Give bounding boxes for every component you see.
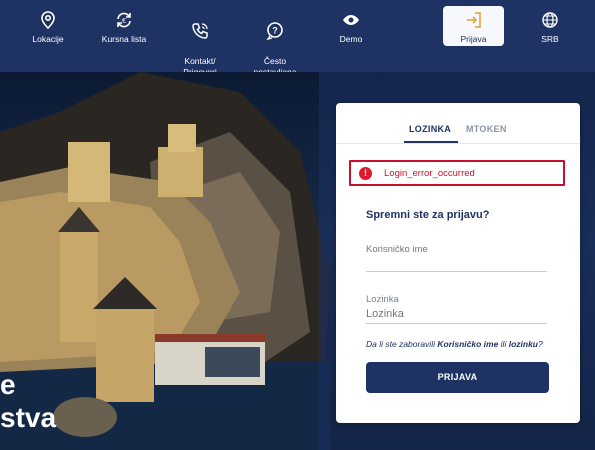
- hero-title-line2: stva: [0, 402, 57, 433]
- forgot-prefix: Da li ste zaboravili: [366, 339, 435, 349]
- nav-label: Kursna lista: [101, 34, 147, 44]
- hero-title-line1: e: [0, 369, 16, 400]
- eye-icon: [343, 15, 359, 25]
- password-label: Lozinka: [366, 294, 399, 305]
- password-input[interactable]: [366, 306, 547, 322]
- exchange-icon: €: [117, 12, 131, 28]
- password-underline: [366, 323, 547, 324]
- tab-mtoken[interactable]: MTOKEN: [466, 124, 507, 134]
- nav-label: Lokacije: [32, 34, 64, 44]
- nav-item-lokacije[interactable]: Lokacije: [27, 0, 69, 72]
- username-underline: [366, 271, 547, 272]
- svg-text:€: €: [122, 18, 126, 25]
- forgot-suffix: ?: [538, 339, 543, 349]
- nav-item-kursna-lista[interactable]: € Kursna lista: [100, 0, 148, 72]
- nav-item-demo[interactable]: Demo: [334, 0, 368, 72]
- location-icon: [41, 11, 55, 30]
- login-icon: [466, 12, 481, 28]
- nav-label: SRB: [541, 34, 559, 44]
- globe-icon: [542, 12, 558, 28]
- forgot-credentials-text: Da li ste zaboravili Korisničko ime ili …: [366, 339, 543, 349]
- error-message: Login_error_occurred: [384, 168, 475, 179]
- login-submit-button[interactable]: PRIJAVA: [366, 362, 549, 393]
- tabs-divider: [336, 143, 580, 144]
- nav-item-faq[interactable]: ? Često postavljana pitanja: [250, 0, 300, 88]
- error-icon: !: [359, 167, 372, 180]
- login-tabs: LOZINKA MTOKEN: [336, 103, 580, 144]
- forgot-password-link[interactable]: lozinku: [509, 339, 538, 349]
- forgot-or: ili: [500, 339, 507, 349]
- tab-lozinka[interactable]: LOZINKA: [409, 124, 451, 134]
- username-input[interactable]: [366, 242, 547, 256]
- nav-item-kontakt[interactable]: Kontakt/ Prigovori: [178, 0, 222, 77]
- nav-label: Prijava: [460, 34, 487, 44]
- nav-label: Demo: [339, 34, 363, 44]
- forgot-username-link[interactable]: Korisničko ime: [437, 339, 498, 349]
- svg-text:?: ?: [272, 26, 278, 36]
- faq-icon: ?: [266, 22, 283, 41]
- login-card: LOZINKA MTOKEN ! Login_error_occurred Sp…: [336, 103, 580, 423]
- login-heading: Spremni ste za prijavu?: [366, 209, 490, 221]
- phone-icon: [192, 23, 208, 39]
- nav-item-prijava[interactable]: Prijava: [443, 6, 504, 46]
- error-alert: ! Login_error_occurred: [349, 160, 565, 186]
- nav-item-language[interactable]: SRB: [536, 0, 564, 72]
- top-navigation: Lokacije € Kursna lista Kontakt/ Prigovo…: [0, 0, 595, 88]
